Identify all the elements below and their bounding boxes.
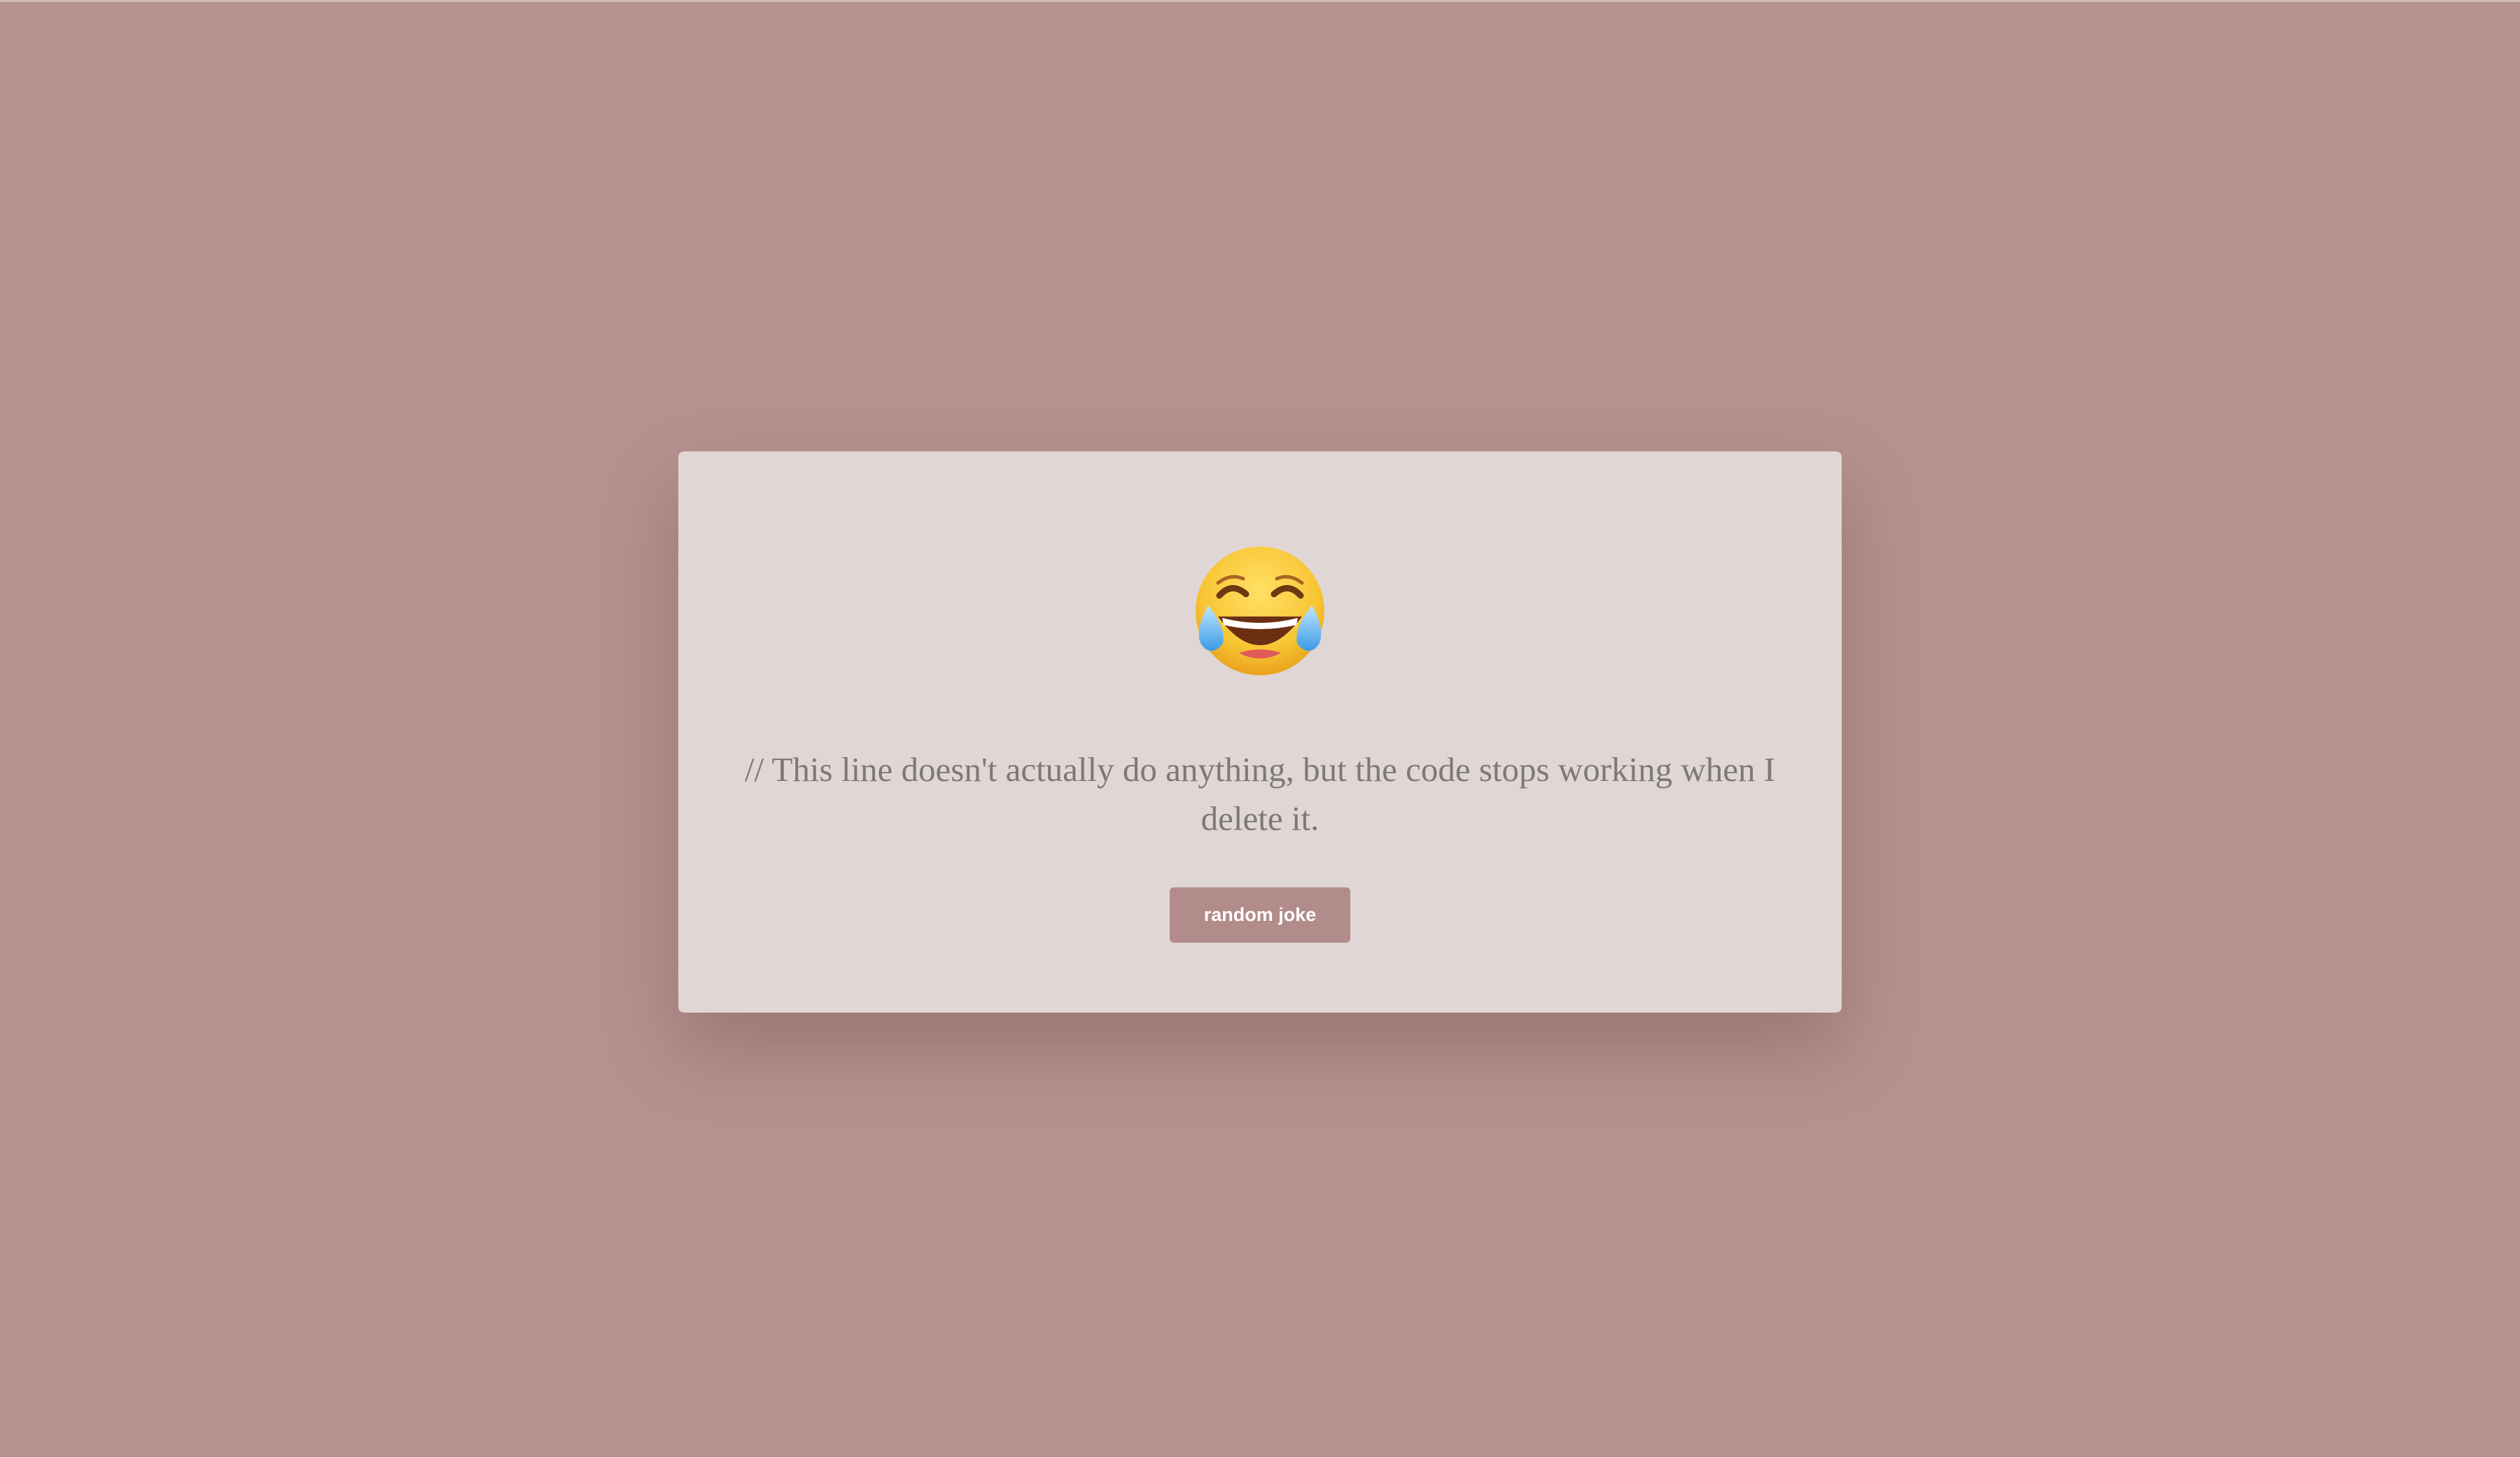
joke-card: // This line doesn't actually do anythin… <box>678 451 1842 1013</box>
emoji-container <box>678 541 1842 681</box>
joke-text: // This line doesn't actually do anythin… <box>744 750 1776 838</box>
random-joke-button[interactable]: random joke <box>1170 887 1350 943</box>
face-with-tears-of-joy-icon <box>1196 547 1324 675</box>
